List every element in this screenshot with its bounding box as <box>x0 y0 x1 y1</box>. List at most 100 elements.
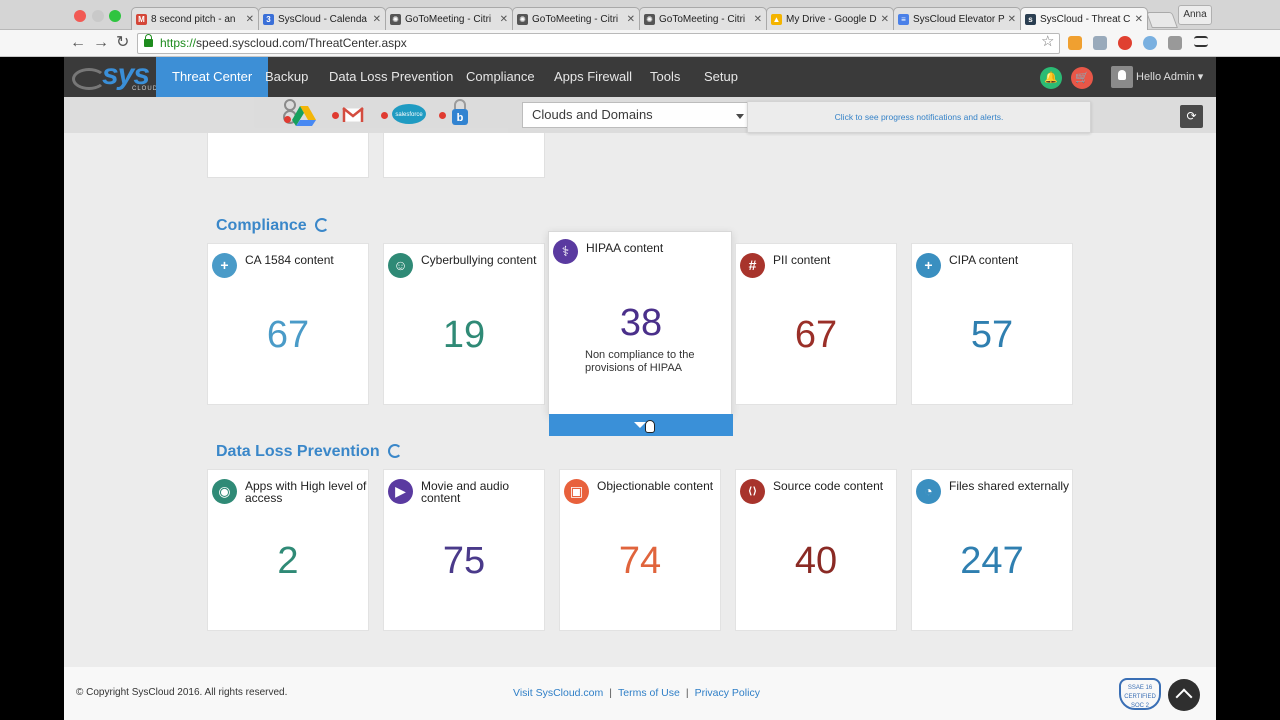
card-label: Source code content <box>773 479 884 493</box>
syscloud-logo[interactable]: sys CLOUD <box>72 58 157 94</box>
nav-compliance[interactable]: Compliance <box>454 57 547 97</box>
card-movie-audio[interactable]: ▶ Movie and audio content 75 <box>383 469 545 631</box>
refresh-spinner-icon[interactable] <box>387 444 402 458</box>
browser-tab[interactable]: ▲ My Drive - Google D ✕ <box>766 7 894 30</box>
close-icon[interactable]: ✕ <box>627 14 635 25</box>
visit-syscloud-link[interactable]: Visit SysCloud.com <box>513 687 603 699</box>
browser-tab-bar: M 8 second pitch - an ✕ 3 SysCloud - Calenda… <box>0 0 1280 31</box>
close-icon[interactable]: ✕ <box>1135 14 1143 25</box>
section-title-compliance: Compliance <box>216 217 329 235</box>
card-hipaa[interactable]: ⚕ HIPAA content 38 Non compliance to the… <box>548 231 733 436</box>
browser-tab[interactable]: ✺ GoToMeeting - Citri ✕ <box>512 7 640 30</box>
card-objectionable[interactable]: ▣ Objectionable content 74 <box>559 469 721 631</box>
card-ca-1584[interactable]: + CA 1584 content 67 <box>207 243 369 405</box>
tab-favicon-icon: s <box>1025 14 1036 25</box>
google-drive-icon[interactable] <box>292 106 316 126</box>
privacy-policy-link[interactable]: Privacy Policy <box>695 687 760 699</box>
browser-tab[interactable]: M 8 second pitch - an ✕ <box>131 7 259 30</box>
nav-tools[interactable]: Tools <box>638 57 692 97</box>
notifications-panel[interactable]: Click to see progress notifications and … <box>747 101 1091 133</box>
browser-toolbar: ← → ↻ https://speed.syscloud.com/ThreatC… <box>0 30 1280 57</box>
nav-data-loss-prevention[interactable]: Data Loss Prevention <box>317 57 465 97</box>
close-window-button[interactable] <box>74 10 86 22</box>
nav-threat-center[interactable]: Threat Center <box>156 57 269 97</box>
terms-of-use-link[interactable]: Terms of Use <box>618 687 680 699</box>
code-icon: ⟨⟩ <box>740 479 765 504</box>
card-apps-high-access[interactable]: ◉ Apps with High level of access 2 <box>207 469 369 631</box>
browser-tab[interactable]: ✺ GoToMeeting - Citri ✕ <box>385 7 513 30</box>
clouds-domains-select[interactable]: Clouds and Domains <box>522 102 748 128</box>
card-source-code[interactable]: ⟨⟩ Source code content 40 <box>735 469 897 631</box>
tab-favicon-icon: M <box>136 13 147 25</box>
play-icon: ▶ <box>388 479 413 504</box>
reload-icon[interactable]: ↻ <box>116 34 129 52</box>
refresh-button[interactable]: ⟳ <box>1180 105 1203 128</box>
close-icon[interactable]: ✕ <box>500 14 508 25</box>
tab-title: GoToMeeting - Citri <box>659 13 746 25</box>
back-icon[interactable]: ← <box>70 34 86 52</box>
status-dot <box>439 112 446 119</box>
tab-favicon-icon: ✺ <box>644 13 655 25</box>
address-bar[interactable]: https://speed.syscloud.com/ThreatCenter.… <box>137 33 1060 54</box>
card-cipa[interactable]: + CIPA content 57 <box>911 243 1073 405</box>
maximize-window-button[interactable] <box>109 10 121 22</box>
partial-card[interactable] <box>383 133 545 178</box>
apps-icon: ◉ <box>212 479 237 504</box>
tab-favicon-icon: ✺ <box>390 13 401 25</box>
extension-icon[interactable] <box>1168 36 1182 50</box>
cart-icon[interactable]: 🛒 <box>1071 67 1093 89</box>
close-icon[interactable]: ✕ <box>754 14 762 25</box>
right-gutter <box>1216 57 1280 720</box>
card-label: Movie and audio content <box>421 479 510 505</box>
card-value: 19 <box>442 314 486 356</box>
scroll-to-top-button[interactable] <box>1168 679 1200 711</box>
svg-text:b: b <box>457 112 464 124</box>
card-value: 38 <box>619 302 663 344</box>
new-tab-button[interactable] <box>1146 12 1178 28</box>
expand-drawer-button[interactable] <box>549 414 733 436</box>
forward-icon[interactable]: → <box>93 34 109 52</box>
close-icon[interactable]: ✕ <box>1008 14 1016 25</box>
bell-icon[interactable]: 🔔 <box>1040 67 1062 89</box>
card-cyberbullying[interactable]: ☺ Cyberbullying content 19 <box>383 243 545 405</box>
copyright-text: © Copyright SysCloud 2016. All rights re… <box>76 687 288 698</box>
nav-apps-firewall[interactable]: Apps Firewall <box>542 57 644 97</box>
card-label: HIPAA content <box>586 241 664 255</box>
avatar[interactable] <box>1111 66 1133 88</box>
user-greeting-menu[interactable]: Hello Admin ▾ <box>1136 57 1203 97</box>
cast-icon[interactable] <box>1093 36 1107 50</box>
card-pii[interactable]: # PII content 67 <box>735 243 897 405</box>
salesforce-label: salesforce <box>395 112 423 118</box>
extension-icon[interactable] <box>1143 36 1157 50</box>
plus-icon: + <box>916 253 941 278</box>
salesforce-icon[interactable]: salesforce <box>391 102 427 126</box>
tab-title: SysCloud Elevator P <box>913 13 1005 25</box>
partial-card[interactable] <box>207 133 369 178</box>
bookmark-star-icon[interactable]: ☆ <box>1041 32 1054 50</box>
close-icon[interactable]: ✕ <box>373 14 381 25</box>
extension-icon[interactable] <box>1118 36 1132 50</box>
card-files-shared[interactable]: ◔ Files shared externally 247 <box>911 469 1073 631</box>
browser-tab[interactable]: ✺ GoToMeeting - Citri ✕ <box>639 7 767 30</box>
minimize-window-button[interactable] <box>92 10 104 22</box>
profile-button[interactable]: Anna <box>1178 5 1212 25</box>
tab-title: SysCloud - Calenda <box>278 13 367 25</box>
gmail-icon[interactable] <box>342 106 364 124</box>
browser-tab[interactable]: s SysCloud - Threat C ✕ <box>1020 7 1148 31</box>
section-title-text: Data Loss Prevention <box>216 443 380 460</box>
box-lock-icon[interactable]: b <box>449 99 471 127</box>
browser-tab[interactable]: 3 SysCloud - Calenda ✕ <box>258 7 386 30</box>
logo-swoosh-icon <box>72 68 106 90</box>
browser-tab[interactable]: ≡ SysCloud Elevator P ✕ <box>893 7 1021 30</box>
menu-icon[interactable] <box>1194 36 1208 47</box>
close-icon[interactable]: ✕ <box>246 14 254 25</box>
close-icon[interactable]: ✕ <box>881 14 889 25</box>
filter-bar: salesforce b Clouds and Domains Click to… <box>64 97 1216 133</box>
nav-backup[interactable]: Backup <box>253 57 320 97</box>
nav-setup[interactable]: Setup <box>692 57 750 97</box>
tab-title: GoToMeeting - Citri <box>532 13 619 25</box>
left-gutter <box>0 57 64 720</box>
caduceus-icon: ⚕ <box>553 239 578 264</box>
refresh-spinner-icon[interactable] <box>314 218 329 232</box>
extension-icon[interactable] <box>1068 36 1082 50</box>
